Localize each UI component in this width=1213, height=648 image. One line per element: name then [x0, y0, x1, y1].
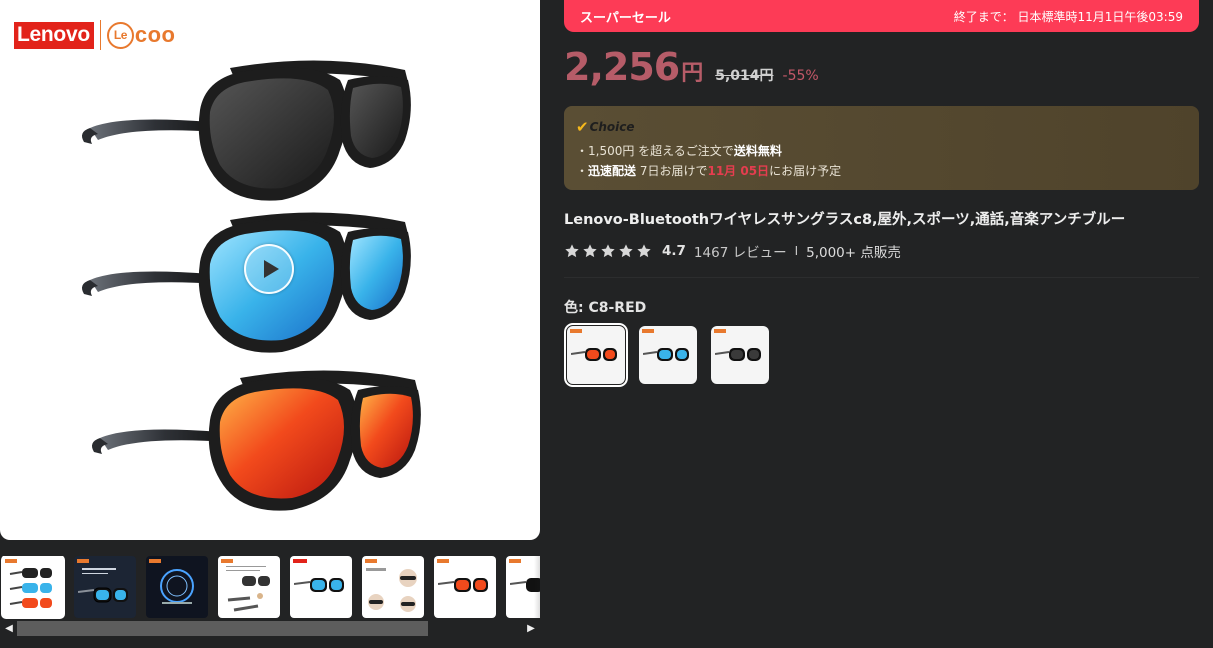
star-icon [565, 244, 579, 258]
thumbnail-glasses-image [78, 587, 128, 603]
thumbnail-text-line [82, 573, 108, 574]
brand-badge [570, 329, 582, 333]
color-option-c8-blue[interactable] [639, 326, 697, 384]
free-shipping-prefix: ・1,500円 を超えるご注文で [576, 144, 734, 158]
star-rating [564, 243, 654, 259]
swatch-red-glasses-image [571, 348, 617, 361]
sale-countdown: 終了まで： 日本標準時11月1日午後03:59 [953, 10, 1183, 24]
thumbnail-text-line [226, 566, 266, 567]
brand-badge [221, 559, 233, 563]
thumbnail-7[interactable] [434, 556, 496, 618]
lecoo-logo-le: Le [106, 21, 134, 49]
thumbnail-chip-image [160, 569, 194, 604]
section-divider [564, 277, 1199, 278]
scrollbar-thumb[interactable] [17, 621, 428, 636]
free-shipping-highlight: 送料無料 [733, 144, 782, 158]
thumbnail-1[interactable] [1, 556, 65, 619]
choice-label: Choice [589, 120, 635, 134]
star-icon [637, 244, 651, 258]
thumbnail-2[interactable] [74, 556, 136, 618]
original-price: 5,014円 [715, 68, 774, 84]
thumbnail-glasses-image [438, 578, 488, 592]
thumbnail-3[interactable] [146, 556, 208, 618]
sold-count: 5,000+ 点販売 [806, 245, 901, 261]
star-icon [601, 244, 615, 258]
lecoo-logo-coo: coo [134, 22, 176, 47]
play-video-button[interactable] [244, 244, 294, 294]
delivery-date: 11月 05日 [707, 164, 770, 178]
thumbnail-8[interactable]: › [506, 556, 540, 618]
rating-separator: I [794, 244, 799, 258]
check-icon: ✔ [576, 118, 589, 136]
thumbnail-models-image [366, 568, 417, 612]
choice-badge: ✔ Choice [576, 118, 635, 136]
current-price: 2,256 [564, 45, 680, 89]
fast-delivery-line: ・迅速配送 7日お届けで11月 05日にお届け予定 [576, 162, 841, 179]
brand-badge [365, 559, 377, 563]
thumbnail-glasses-image [294, 578, 344, 592]
fast-delivery-text: 7日お届けで [636, 164, 708, 178]
price-row: 2,256 円 5,014円 -55% [564, 45, 819, 95]
review-count-link[interactable]: 1467 レビュー [694, 241, 787, 261]
thumbnail-4[interactable] [218, 556, 280, 618]
swatch-black-glasses-image [715, 348, 761, 361]
chevron-right-icon: ▶ [527, 623, 535, 634]
thumbnail-text-line [82, 568, 116, 570]
glasses-red-lens [92, 370, 421, 511]
brand-badge [642, 329, 654, 333]
star-icon [583, 244, 597, 258]
thumbnail-text-line [226, 570, 260, 571]
delivery-suffix: にお届け予定 [769, 164, 842, 178]
glasses-blue-lens [82, 212, 411, 353]
current-price-unit: 円 [681, 61, 704, 86]
brand-logos: Lenovo Le coo [14, 20, 176, 50]
rating-row[interactable]: 4.7 1467 レビュー I 5,000+ 点販売 [564, 240, 901, 262]
fast-delivery-bullet: ・ [576, 164, 589, 178]
brand-badge [293, 559, 307, 563]
brand-divider [99, 20, 101, 50]
scroll-right-button[interactable]: ▶ [524, 620, 538, 637]
thumbnail-5[interactable] [290, 556, 352, 618]
sale-title: スーパーセール [580, 11, 671, 26]
rating-value: 4.7 [662, 243, 686, 259]
glasses-black-lens [82, 60, 411, 201]
brand-badge [509, 559, 521, 563]
free-shipping-line: ・1,500円 を超えるご注文で送料無料 [576, 142, 782, 159]
thumbnail-scrollbar[interactable]: ◀ ▶ [0, 620, 540, 637]
thumbnail-strip: › [0, 556, 540, 620]
color-option-c8-red[interactable] [564, 323, 628, 387]
thumbnail-6[interactable] [362, 556, 424, 618]
lecoo-logo: Le coo [106, 21, 176, 49]
main-product-image[interactable]: Lenovo Le coo [0, 0, 540, 540]
brand-badge [437, 559, 449, 563]
color-option-c8-black[interactable] [711, 326, 769, 384]
play-icon [263, 260, 279, 278]
super-sale-banner: スーパーセール 終了まで： 日本標準時11月1日午後03:59 [564, 0, 1199, 32]
swatch-blue-glasses-image [643, 348, 689, 361]
thumbnail-glasses-image [9, 568, 52, 608]
color-label: 色: C8-RED [564, 300, 647, 316]
brand-badge [77, 559, 89, 563]
star-icon [619, 244, 633, 258]
scroll-left-button[interactable]: ◀ [2, 620, 16, 637]
brand-badge [714, 329, 726, 333]
product-title: Lenovo-Bluetoothワイヤレスサングラスc8,屋外,スポーツ,通話,… [564, 212, 1126, 228]
thumbnail-touch-image [227, 576, 270, 612]
thumbnail-fade-overlay [534, 556, 540, 618]
lenovo-logo: Lenovo [14, 21, 94, 49]
discount-percent: -55% [782, 68, 819, 84]
brand-badge [149, 559, 161, 563]
choice-benefits-box: ✔ Choice ・1,500円 を超えるご注文で送料無料 ・迅速配送 7日お届… [564, 106, 1199, 190]
chevron-left-icon: ◀ [5, 623, 13, 634]
fast-delivery-highlight: 迅速配送 [588, 164, 637, 178]
